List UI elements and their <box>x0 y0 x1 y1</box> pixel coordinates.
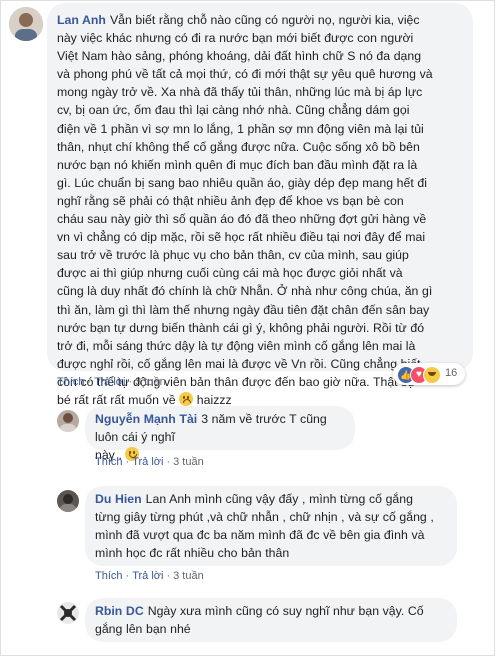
avatar-image <box>57 490 79 512</box>
reply-link[interactable]: Trả lời <box>132 570 163 582</box>
avatar-nguyen-manh-tai[interactable] <box>57 410 79 432</box>
timestamp[interactable]: 3 tuần <box>135 376 166 388</box>
reply-bubble: Du Hien Lan Anh mình cũng vậy đấy , mình … <box>85 486 457 566</box>
reply-text: Rbin DC Ngày xưa mình cũng có suy nghĩ nh… <box>95 604 424 637</box>
reply-bubble: Rbin DC Ngày xưa mình cũng có suy nghĩ nh… <box>85 598 457 642</box>
author-name[interactable]: Lan Anh <box>57 13 106 27</box>
like-link[interactable]: Thích <box>95 570 123 582</box>
haha-reaction-icon <box>423 366 441 384</box>
author-name[interactable]: Nguyễn Mạnh Tài <box>95 412 197 426</box>
avatar-image <box>57 410 79 432</box>
author-name[interactable]: Du Hien <box>95 492 142 506</box>
author-name[interactable]: Rbin DC <box>95 604 144 618</box>
reactions-summary[interactable]: 👍 ♥ 16 <box>393 363 465 385</box>
avatar-image <box>57 602 79 624</box>
avatar-rbin-dc[interactable] <box>57 602 79 624</box>
avatar-lan-anh[interactable] <box>9 7 43 41</box>
reply-text: Du Hien Lan Anh mình cũng vậy đấy , mình … <box>95 492 434 561</box>
avatar-du-hien[interactable] <box>57 490 79 512</box>
timestamp[interactable]: 3 tuần <box>173 570 204 582</box>
reaction-count: 16 <box>445 367 458 379</box>
avatar-image <box>9 7 43 41</box>
like-link[interactable]: Thích <box>95 456 123 468</box>
timestamp[interactable]: 3 tuần <box>173 456 204 468</box>
main-comment-text: Lan Anh Vẫn biết rằng chỗ nào cũng có ngư… <box>57 13 433 407</box>
reply-actions: Thích · Trả lời · 3 tuần <box>95 456 204 468</box>
main-comment-bubble: Lan Anh Vẫn biết rằng chỗ nào cũng có ngư… <box>47 3 473 407</box>
reply-actions: Thích · Trả lời · 3 tuần <box>95 570 204 582</box>
sad-emoji-icon <box>179 391 194 406</box>
comment-thread: Lan Anh Vẫn biết rằng chỗ nào cũng có ngư… <box>0 0 495 656</box>
main-comment-actions: Thích · Trả lời · 3 tuần <box>57 376 166 388</box>
reply-link[interactable]: Trả lời <box>94 376 125 388</box>
reply-bubble: Nguyễn Mạnh Tài 3 năm về trước T cũng luô… <box>85 406 355 462</box>
reply-link[interactable]: Trả lời <box>132 456 163 468</box>
like-link[interactable]: Thích <box>57 376 85 388</box>
